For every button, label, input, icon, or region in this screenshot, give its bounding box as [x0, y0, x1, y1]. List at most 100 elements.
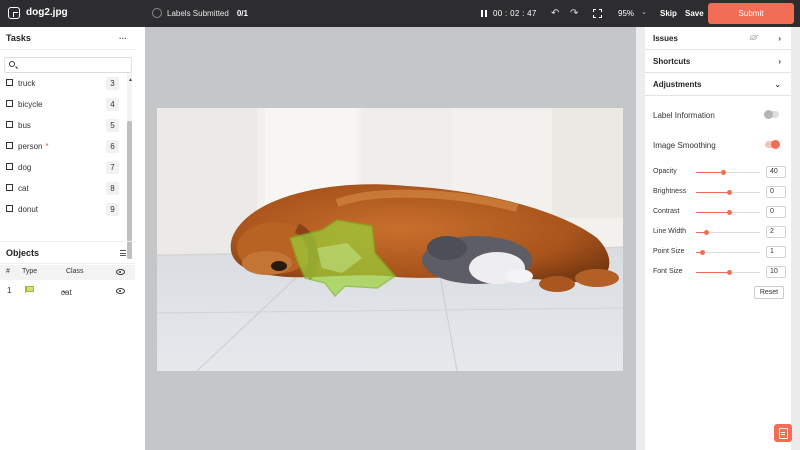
pause-icon[interactable] — [481, 10, 487, 17]
left-panel: Tasks ··· truck 3 bicycle 4 bus 5 person… — [0, 27, 145, 450]
save-button[interactable]: Save — [685, 9, 704, 18]
adjustments-section[interactable]: Adjustments ⌄ — [645, 73, 791, 96]
visibility-all-icon[interactable] — [116, 269, 125, 275]
contrast-slider[interactable] — [696, 210, 760, 215]
chevron-down-icon[interactable]: ⌄ — [641, 8, 647, 16]
slider-handle[interactable] — [720, 170, 726, 175]
bounding-box-icon — [6, 100, 13, 107]
task-label: truck — [18, 79, 36, 88]
objects-table-header: # Type Class — [0, 265, 135, 280]
chevron-down-icon[interactable]: ⌄ — [774, 80, 781, 89]
task-label: bus — [18, 121, 31, 130]
task-item-person[interactable]: person * 6 — [0, 136, 124, 157]
objects-title: Objects — [6, 247, 40, 258]
shortcuts-section[interactable]: Shortcuts › — [645, 50, 791, 73]
app-logo-icon — [8, 7, 20, 19]
task-label: donut — [18, 205, 39, 214]
reset-button[interactable]: Reset — [754, 286, 784, 299]
object-class-select[interactable]: cat ⌄ — [61, 286, 72, 297]
object-row[interactable]: 1 cat ⌄ — [0, 284, 135, 298]
objects-header: Objects — [0, 241, 135, 264]
slider-label: Font Size — [653, 268, 683, 275]
photo-illustration — [157, 108, 623, 371]
chevron-right-icon[interactable]: › — [778, 34, 781, 43]
redo-icon[interactable]: ↷ — [570, 9, 578, 19]
image-smoothing-row: Image Smoothing — [645, 134, 791, 156]
line-width-slider[interactable] — [696, 230, 760, 235]
hide-icon[interactable] — [750, 35, 757, 40]
slider-label: Opacity — [653, 168, 677, 175]
slider-handle[interactable] — [700, 250, 706, 255]
task-search-input[interactable] — [4, 57, 132, 73]
task-label: person * — [18, 142, 49, 151]
brightness-slider[interactable] — [696, 190, 760, 195]
slider-handle[interactable] — [703, 230, 709, 235]
task-count: 7 — [106, 161, 119, 174]
line-width-value-input[interactable]: 2 — [766, 226, 786, 238]
image-smoothing-toggle[interactable] — [765, 140, 780, 149]
task-label: dog — [18, 163, 32, 172]
opacity-value-input[interactable]: 40 — [766, 166, 786, 178]
task-count: 3 — [106, 77, 119, 90]
tasks-header: Tasks ··· — [0, 27, 135, 50]
slider-handle[interactable] — [727, 270, 733, 275]
status-circle-icon — [152, 8, 162, 18]
settings-panel: Issues › Shortcuts › Adjustments ⌄ Label… — [645, 27, 791, 450]
submit-button[interactable]: Submit — [708, 3, 794, 24]
slider-point-size: Point Size 1 — [645, 245, 791, 259]
task-item-truck[interactable]: truck 3 — [0, 73, 124, 94]
tasks-menu-icon[interactable]: ··· — [119, 34, 127, 43]
polygon-flag-icon — [25, 286, 34, 293]
task-item-bicycle[interactable]: bicycle 4 — [0, 94, 124, 115]
undo-icon[interactable]: ↶ — [551, 9, 559, 19]
font-size-value-input[interactable]: 10 — [766, 266, 786, 278]
fit-screen-icon[interactable] — [593, 9, 602, 18]
visibility-icon[interactable] — [116, 288, 125, 294]
list-view-icon[interactable] — [120, 250, 126, 256]
slider-line-width: Line Width 2 — [645, 225, 791, 239]
task-item-dog[interactable]: dog 7 — [0, 157, 124, 178]
skip-button[interactable]: Skip — [660, 9, 677, 18]
task-count: 9 — [106, 203, 119, 216]
label-information-row: Label Information — [645, 104, 791, 126]
scroll-up-icon[interactable]: ▲ — [128, 77, 133, 83]
image-dog-and-cat[interactable] — [157, 108, 623, 371]
brightness-value-input[interactable]: 0 — [766, 186, 786, 198]
search-icon — [9, 61, 15, 67]
contrast-value-input[interactable]: 0 — [766, 206, 786, 218]
font-size-slider[interactable] — [696, 270, 760, 275]
bounding-box-icon — [6, 142, 13, 149]
task-count: 5 — [106, 119, 119, 132]
slider-brightness: Brightness 0 — [645, 185, 791, 199]
issues-section[interactable]: Issues › — [645, 27, 791, 50]
slider-handle[interactable] — [727, 190, 733, 195]
task-item-bus[interactable]: bus 5 — [0, 115, 124, 136]
col-type: Type — [22, 268, 38, 275]
slider-label: Point Size — [653, 248, 685, 255]
task-item-donut[interactable]: donut 9 — [0, 199, 124, 220]
point-size-value-input[interactable]: 1 — [766, 246, 786, 258]
col-index: # — [6, 268, 10, 275]
image-smoothing-label: Image Smoothing — [653, 140, 716, 150]
required-star: * — [45, 142, 49, 151]
zoom-level[interactable]: 95% — [618, 9, 634, 18]
point-size-slider[interactable] — [696, 250, 760, 255]
labels-submitted-count: 0/1 — [236, 8, 248, 18]
chevron-right-icon[interactable]: › — [778, 57, 781, 66]
label-information-toggle[interactable] — [764, 110, 779, 119]
labels-submitted-label: Labels Submitted — [167, 8, 229, 18]
adjustments-label: Adjustments — [653, 79, 702, 89]
slider-handle[interactable] — [727, 210, 733, 215]
slider-label: Brightness — [653, 188, 687, 195]
slider-label: Contrast — [653, 208, 680, 215]
task-count: 6 — [106, 140, 119, 153]
document-icon[interactable] — [774, 424, 792, 442]
bounding-box-icon — [6, 184, 13, 191]
slider-opacity: Opacity 40 — [645, 165, 791, 179]
annotation-canvas[interactable] — [145, 27, 636, 450]
opacity-slider[interactable] — [696, 170, 760, 175]
bounding-box-icon — [6, 163, 13, 170]
issues-label: Issues — [653, 33, 678, 43]
task-item-cat[interactable]: cat 8 — [0, 178, 124, 199]
scrollbar-thumb[interactable] — [127, 121, 132, 259]
